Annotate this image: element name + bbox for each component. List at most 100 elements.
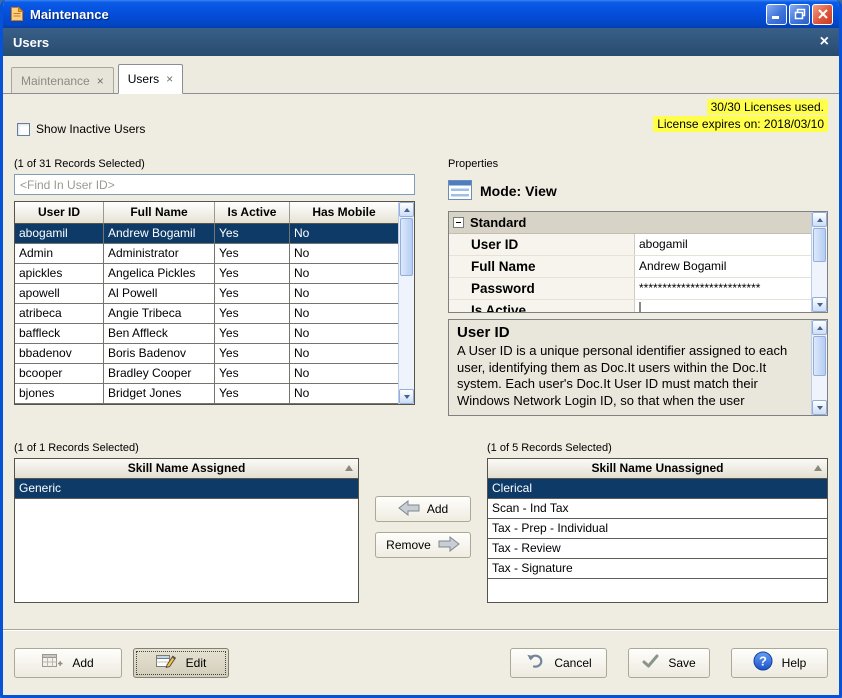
cell[interactable]: Yes bbox=[215, 304, 290, 324]
property-grid: Standard User ID abogamil Full Name Andr… bbox=[448, 211, 828, 313]
tab-users-close-icon[interactable]: × bbox=[166, 72, 173, 86]
save-button[interactable]: Save bbox=[628, 647, 710, 678]
scrollbar-thumb[interactable] bbox=[400, 218, 413, 276]
users-table: User ID Full Name Is Active Has Mobile a… bbox=[14, 201, 415, 405]
property-value[interactable] bbox=[634, 300, 811, 312]
edit-user-button[interactable]: Edit bbox=[133, 647, 229, 678]
add-user-button[interactable]: Add bbox=[14, 647, 122, 678]
collapse-icon[interactable] bbox=[453, 217, 464, 228]
column-header-is-active[interactable]: Is Active bbox=[215, 202, 290, 224]
properties-grid-icon bbox=[448, 179, 472, 203]
cell[interactable]: Administrator bbox=[104, 244, 215, 264]
cell[interactable]: Ben Affleck bbox=[104, 324, 215, 344]
cell[interactable]: Angie Tribeca bbox=[104, 304, 215, 324]
cell[interactable]: atribeca bbox=[15, 304, 104, 324]
find-user-input[interactable] bbox=[14, 174, 415, 195]
property-value[interactable]: ************************** bbox=[634, 278, 811, 299]
list-item[interactable]: Generic bbox=[15, 479, 358, 499]
tab-users[interactable]: Users × bbox=[117, 64, 184, 94]
cell[interactable]: Yes bbox=[215, 244, 290, 264]
property-row-is-active[interactable]: Is Active bbox=[449, 300, 811, 312]
cell[interactable]: baffleck bbox=[15, 324, 104, 344]
cell[interactable]: No bbox=[290, 324, 398, 344]
list-item[interactable]: Tax - Prep - Individual bbox=[488, 519, 827, 539]
scrollbar-thumb[interactable] bbox=[813, 336, 826, 376]
cell[interactable]: Al Powell bbox=[104, 284, 215, 304]
scroll-up-button[interactable] bbox=[812, 212, 827, 227]
tab-maintenance-close-icon[interactable]: × bbox=[97, 74, 104, 88]
is-active-checkbox[interactable] bbox=[639, 302, 641, 312]
remove-skill-button[interactable]: Remove bbox=[375, 532, 471, 558]
scrollbar-track[interactable] bbox=[812, 335, 827, 400]
list-item[interactable]: Tax - Review bbox=[488, 539, 827, 559]
title-bar[interactable]: Maintenance bbox=[3, 0, 839, 28]
show-inactive-users-option[interactable]: Show Inactive Users bbox=[17, 122, 145, 136]
cell[interactable]: Bridget Jones bbox=[104, 384, 215, 404]
cell[interactable]: abogamil bbox=[15, 224, 104, 244]
scrollbar-track[interactable] bbox=[399, 217, 414, 389]
arrow-down-icon bbox=[816, 302, 823, 307]
checkmark-icon bbox=[642, 654, 659, 671]
cell[interactable]: Andrew Bogamil bbox=[104, 224, 215, 244]
cell[interactable]: bcooper bbox=[15, 364, 104, 384]
cell[interactable]: Yes bbox=[215, 364, 290, 384]
users-table-scrollbar[interactable] bbox=[398, 202, 414, 404]
unassigned-column-header[interactable]: Skill Name Unassigned bbox=[488, 459, 827, 479]
column-header-user-id[interactable]: User ID bbox=[15, 202, 104, 224]
cell[interactable]: bbadenov bbox=[15, 344, 104, 364]
skills-unassigned-panel: (1 of 5 Records Selected) Skill Name Una… bbox=[487, 442, 828, 603]
close-button[interactable] bbox=[812, 3, 833, 25]
cell[interactable]: apickles bbox=[15, 264, 104, 284]
cell[interactable]: No bbox=[290, 384, 398, 404]
add-skill-button[interactable]: Add bbox=[375, 496, 471, 522]
column-header-full-name[interactable]: Full Name bbox=[104, 202, 215, 224]
scroll-up-button[interactable] bbox=[399, 202, 414, 217]
list-item[interactable]: Clerical bbox=[488, 479, 827, 499]
edit-user-label: Edit bbox=[185, 655, 207, 670]
property-value[interactable]: Andrew Bogamil bbox=[634, 256, 811, 277]
cell[interactable]: Yes bbox=[215, 224, 290, 244]
minimize-button[interactable] bbox=[766, 3, 787, 25]
property-value[interactable]: abogamil bbox=[634, 234, 811, 255]
scrollbar-thumb[interactable] bbox=[813, 228, 826, 262]
property-grid-scrollbar[interactable] bbox=[811, 212, 827, 312]
cell[interactable]: Yes bbox=[215, 344, 290, 364]
property-row-password[interactable]: Password ************************** bbox=[449, 278, 811, 300]
cell[interactable]: Yes bbox=[215, 264, 290, 284]
list-item[interactable]: Tax - Signature bbox=[488, 559, 827, 579]
cell[interactable]: Boris Badenov bbox=[104, 344, 215, 364]
cell[interactable]: No bbox=[290, 244, 398, 264]
cell[interactable]: Yes bbox=[215, 284, 290, 304]
scroll-up-button[interactable] bbox=[812, 320, 827, 335]
help-button[interactable]: ? Help bbox=[731, 647, 828, 678]
column-header-has-mobile[interactable]: Has Mobile bbox=[290, 202, 398, 224]
scrollbar-track[interactable] bbox=[812, 227, 827, 297]
cell[interactable]: apowell bbox=[15, 284, 104, 304]
scroll-down-button[interactable] bbox=[399, 389, 414, 404]
cell[interactable]: No bbox=[290, 224, 398, 244]
description-scrollbar[interactable] bbox=[811, 320, 827, 415]
list-item[interactable]: Scan - Ind Tax bbox=[488, 499, 827, 519]
cell[interactable]: No bbox=[290, 344, 398, 364]
show-inactive-users-checkbox[interactable] bbox=[17, 122, 30, 136]
panel-close-icon[interactable]: × bbox=[820, 34, 829, 50]
cell[interactable]: Admin bbox=[15, 244, 104, 264]
restore-button[interactable] bbox=[789, 3, 810, 25]
cell[interactable]: Yes bbox=[215, 384, 290, 404]
scroll-down-button[interactable] bbox=[812, 400, 827, 415]
cell[interactable]: Bradley Cooper bbox=[104, 364, 215, 384]
cancel-button[interactable]: Cancel bbox=[510, 647, 607, 678]
scroll-down-button[interactable] bbox=[812, 297, 827, 312]
cell[interactable]: Angelica Pickles bbox=[104, 264, 215, 284]
assigned-column-header[interactable]: Skill Name Assigned bbox=[15, 459, 358, 479]
cell[interactable]: No bbox=[290, 304, 398, 324]
tab-maintenance[interactable]: Maintenance × bbox=[11, 67, 114, 93]
cell[interactable]: bjones bbox=[15, 384, 104, 404]
property-row-full-name[interactable]: Full Name Andrew Bogamil bbox=[449, 256, 811, 278]
cell[interactable]: No bbox=[290, 284, 398, 304]
property-group-standard[interactable]: Standard bbox=[449, 212, 811, 234]
property-row-user-id[interactable]: User ID abogamil bbox=[449, 234, 811, 256]
cell[interactable]: Yes bbox=[215, 324, 290, 344]
cell[interactable]: No bbox=[290, 364, 398, 384]
cell[interactable]: No bbox=[290, 264, 398, 284]
